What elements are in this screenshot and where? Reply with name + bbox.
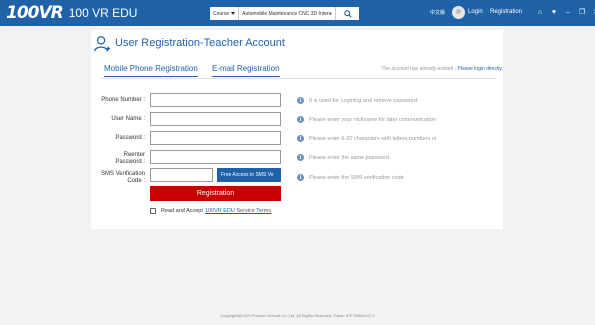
sms-code-hint-text: Please enter the SMS verification code	[309, 174, 404, 181]
service-terms-link[interactable]: 100VR EDU Service Terms	[205, 208, 271, 214]
window-controls: ⌂ ♥ – ❐ ✕	[536, 6, 595, 18]
login-link[interactable]: Login	[468, 9, 483, 15]
reenter-password-field[interactable]	[150, 150, 281, 164]
registration-card: User Registration-Teacher Account Mobile…	[91, 30, 503, 229]
search-bar: Course	[210, 7, 360, 20]
password-field[interactable]	[150, 131, 281, 145]
password-label: Password :	[115, 135, 145, 141]
info-icon: i	[297, 174, 304, 181]
terms-agree-text: Read and Accept	[161, 208, 203, 214]
login-directly-link[interactable]: Please login directly.	[458, 66, 504, 72]
phone-number-label: Phone Number :	[101, 97, 145, 103]
user-name-label: User Name :	[111, 116, 145, 122]
minimize-icon[interactable]: –	[564, 6, 572, 18]
tabs-divider	[100, 78, 497, 79]
get-sms-code-button[interactable]: Free Access to SMS Ve	[217, 168, 281, 182]
reenter-password-label-line1: Reenter	[123, 152, 145, 158]
footer-copyright: Copyright@2020 Phoenix Oresoft Co.,Ltd. …	[220, 313, 375, 318]
info-icon: i	[297, 135, 304, 142]
reenter-password-label-line2: Password :	[115, 159, 145, 165]
page-title: User Registration-Teacher Account	[115, 37, 285, 49]
user-name-hint-text: Please enter your nickname for later com…	[309, 116, 436, 123]
sms-code-field[interactable]	[150, 168, 213, 182]
sms-code-label: SMS Verification Code :	[91, 171, 145, 185]
maximize-icon[interactable]: ❐	[578, 6, 586, 18]
registration-tabs: Mobile Phone Registration E-mail Registr…	[100, 64, 503, 78]
logo[interactable]: 100VR 100 VR EDU	[6, 2, 137, 24]
registration-link[interactable]: Registration	[490, 9, 522, 15]
reenter-password-hint: i Please enter the same password.	[297, 154, 391, 161]
avatar[interactable]	[452, 6, 465, 19]
existing-account-notice: The account has already existed , Please…	[381, 66, 503, 72]
add-user-icon	[94, 36, 111, 52]
search-input[interactable]	[239, 7, 336, 20]
user-name-hint: i Please enter your nickname for later c…	[297, 116, 436, 123]
password-hint: i Please enter 6-20 characters with lett…	[297, 135, 437, 142]
existing-account-text: The account has already existed ,	[381, 66, 457, 72]
home-icon[interactable]: ⌂	[536, 6, 544, 18]
top-header: 100VR 100 VR EDU Course 中文版 Login Regist…	[0, 0, 595, 26]
search-category-select[interactable]: Course	[210, 7, 240, 20]
reenter-password-hint-text: Please enter the same password.	[309, 154, 391, 161]
info-icon: i	[297, 97, 304, 104]
sms-code-hint: i Please enter the SMS verification code	[297, 174, 404, 181]
tab-email[interactable]: E-mail Registration	[212, 64, 280, 77]
chevron-down-icon	[231, 12, 236, 15]
sms-code-label-line2: Code :	[127, 178, 145, 184]
search-icon	[343, 9, 352, 18]
phone-number-hint-text: It is used for Logining and retrieve pas…	[309, 97, 419, 104]
registration-button[interactable]: Registration	[150, 186, 281, 201]
sms-code-label-line1: SMS Verification	[100, 171, 145, 177]
terms-agreement: Read and Accept 100VR EDU Service Terms	[150, 208, 271, 214]
language-switch[interactable]: 中文版	[430, 9, 445, 16]
user-name-field[interactable]	[150, 112, 281, 126]
phone-number-field[interactable]	[150, 93, 281, 107]
phone-number-hint: i It is used for Logining and retrieve p…	[297, 97, 418, 104]
search-category-label: Course	[213, 10, 230, 17]
info-icon: i	[297, 154, 304, 161]
heart-icon[interactable]: ♥	[550, 6, 558, 18]
password-hint-text: Please enter 6-20 characters with letter…	[309, 135, 437, 142]
info-icon: i	[297, 116, 304, 123]
reenter-password-label: Reenter Password :	[91, 152, 145, 166]
tab-mobile-phone[interactable]: Mobile Phone Registration	[104, 64, 198, 77]
logo-text: 100 VR EDU	[68, 6, 138, 20]
search-button[interactable]	[335, 7, 360, 20]
logo-mark: 100VR	[6, 3, 64, 23]
terms-checkbox[interactable]	[150, 208, 156, 214]
